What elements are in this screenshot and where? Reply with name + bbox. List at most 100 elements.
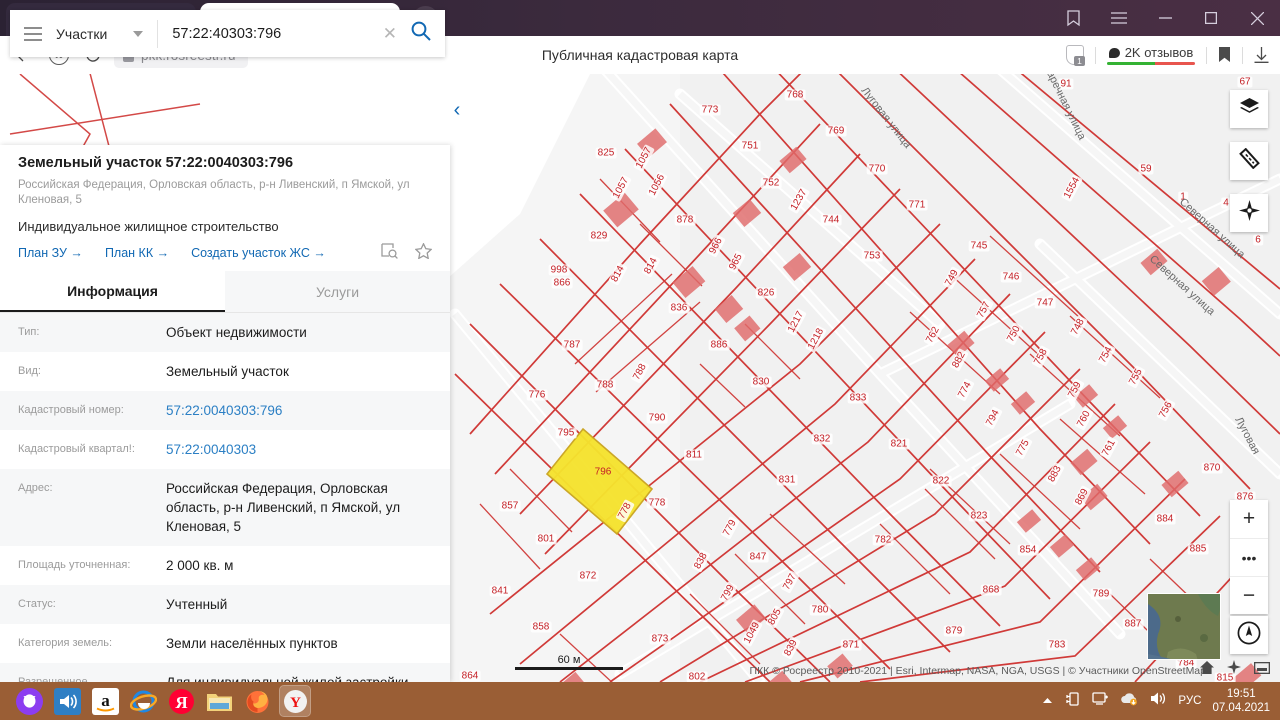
parcel-number-label[interactable]: 879 [943,625,965,637]
parcel-number-label[interactable]: 768 [784,89,806,101]
parcel-number-label[interactable]: 751 [739,140,761,152]
collapse-panel-button[interactable]: ‹ [448,93,466,127]
tab-services[interactable]: Услуги [225,271,450,312]
parcel-number-label[interactable]: 868 [980,584,1002,596]
plan-zu-link[interactable]: План ЗУ → [18,246,83,260]
parcel-number-label[interactable]: 747 [1034,297,1056,309]
parcel-number-label[interactable]: 854 [1017,544,1039,556]
copy-search-icon[interactable] [381,242,398,264]
language-indicator[interactable]: РУС [1178,695,1201,707]
parcel-number-label[interactable]: 872 [577,570,599,582]
parcel-number-label[interactable]: 829 [588,230,610,242]
category-select[interactable]: Участки [56,26,144,42]
parcel-number-label[interactable]: 873 [649,633,671,645]
yandex-browser-icon[interactable]: Y [279,685,311,717]
parcel-number-label[interactable]: 811 [684,449,704,461]
parcel-number-label[interactable]: 887 [1122,618,1144,630]
minimize-icon[interactable] [1142,0,1188,36]
parcel-number-label[interactable]: 796 [593,467,614,478]
parcel-number-label[interactable]: 841 [489,585,511,597]
search-input[interactable] [172,25,373,42]
alice-icon[interactable] [14,686,44,716]
menu-icon[interactable] [1096,0,1142,36]
layers-button[interactable] [1230,90,1268,128]
hamburger-icon[interactable] [10,26,56,41]
star-icon[interactable] [414,241,433,264]
parcel-number-label[interactable]: 771 [906,199,928,211]
usb-icon[interactable] [1064,690,1081,712]
parcel-number-label[interactable]: 67 [1237,76,1253,88]
network-icon[interactable] [1092,691,1109,712]
parcel-number-label[interactable]: 878 [674,214,696,226]
compass-button[interactable] [1230,616,1268,654]
parcel-number-label[interactable]: 787 [561,339,583,351]
parcel-number-label[interactable]: 6 [1253,234,1263,246]
internet-explorer-icon[interactable] [128,686,158,716]
volume-icon[interactable] [1150,691,1167,711]
parcel-number-label[interactable]: 823 [968,510,990,522]
parcel-number-label[interactable]: 753 [861,250,883,262]
download-icon[interactable] [1243,36,1280,74]
shield-button[interactable]: 1 [1055,36,1095,74]
parcel-number-label[interactable]: 769 [825,125,847,137]
parcel-number-label[interactable]: 795 [555,427,577,439]
parcel-number-label[interactable]: 858 [530,621,552,633]
parcel-number-label[interactable]: 789 [1090,588,1112,600]
file-explorer-icon[interactable] [204,686,234,716]
yandex-icon[interactable]: Я [166,686,196,716]
info-row-value[interactable]: 57:22:0040303:796 [166,401,432,420]
parcel-number-label[interactable]: 801 [535,533,557,545]
firefox-icon[interactable] [242,686,272,716]
parcel-number-label[interactable]: 770 [866,163,888,175]
locate-button[interactable] [1230,194,1268,232]
parcel-number-label[interactable]: 885 [1187,543,1209,555]
volume-app-icon[interactable] [52,686,82,716]
parcel-number-label[interactable]: 746 [1000,271,1022,283]
parcel-number-label[interactable]: 847 [747,551,769,563]
parcel-number-label[interactable]: 782 [872,534,894,546]
maximize-icon[interactable] [1188,0,1234,36]
info-row-value[interactable]: 57:22:0040303 [166,440,432,459]
parcel-number-label[interactable]: 998 [548,264,570,276]
clock[interactable]: 19:51 07.04.2021 [1212,687,1270,715]
cloud-icon[interactable] [1120,691,1139,711]
measure-button[interactable] [1230,142,1268,180]
parcel-number-label[interactable]: 886 [708,339,730,351]
parcel-number-label[interactable]: 783 [1046,639,1068,651]
parcel-number-label[interactable]: 825 [595,147,617,159]
parcel-number-label[interactable]: 866 [551,277,573,289]
create-plot-link[interactable]: Создать участок ЖС → [191,246,326,260]
minimap-preview[interactable] [1147,593,1221,660]
parcel-number-label[interactable]: 822 [930,475,952,487]
parcel-number-label[interactable]: 773 [699,104,721,116]
parcel-number-label[interactable]: 832 [811,433,833,445]
parcel-number-label[interactable]: 826 [755,287,777,299]
basemap-icon[interactable] [1253,661,1271,679]
parcel-number-label[interactable]: 857 [499,500,521,512]
parcel-number-label[interactable]: 744 [820,214,842,226]
home-icon[interactable] [1200,660,1214,679]
show-hidden-icon[interactable] [1042,692,1053,710]
crosshair-icon[interactable] [1227,660,1241,679]
parcel-number-label[interactable]: 836 [668,302,690,314]
zoom-more-button[interactable]: ••• [1230,538,1268,576]
parcel-number-label[interactable]: 884 [1154,513,1176,525]
parcel-number-label[interactable]: 778 [646,497,668,509]
search-bar[interactable]: Участки ✕ [10,10,445,57]
parcel-number-label[interactable]: 833 [847,392,869,404]
bookmark-icon[interactable] [1207,36,1242,74]
collections-icon[interactable] [1050,0,1096,36]
plan-kk-link[interactable]: План КК → [105,246,169,260]
tab-information[interactable]: Информация [0,271,225,312]
parcel-number-label[interactable]: 780 [809,604,831,616]
parcel-number-label[interactable]: 802 [686,671,708,682]
parcel-number-label[interactable]: 870 [1201,462,1223,474]
parcel-number-label[interactable]: 788 [594,379,616,391]
parcel-number-label[interactable]: 821 [888,438,910,450]
parcel-number-label[interactable]: 752 [760,177,782,189]
parcel-number-label[interactable]: 745 [968,240,990,252]
parcel-number-label[interactable]: 776 [526,389,548,401]
reviews-button[interactable]: 2K отзывов [1096,36,1206,74]
parcel-number-label[interactable]: 830 [750,376,772,388]
parcel-number-label[interactable]: 790 [646,412,668,424]
